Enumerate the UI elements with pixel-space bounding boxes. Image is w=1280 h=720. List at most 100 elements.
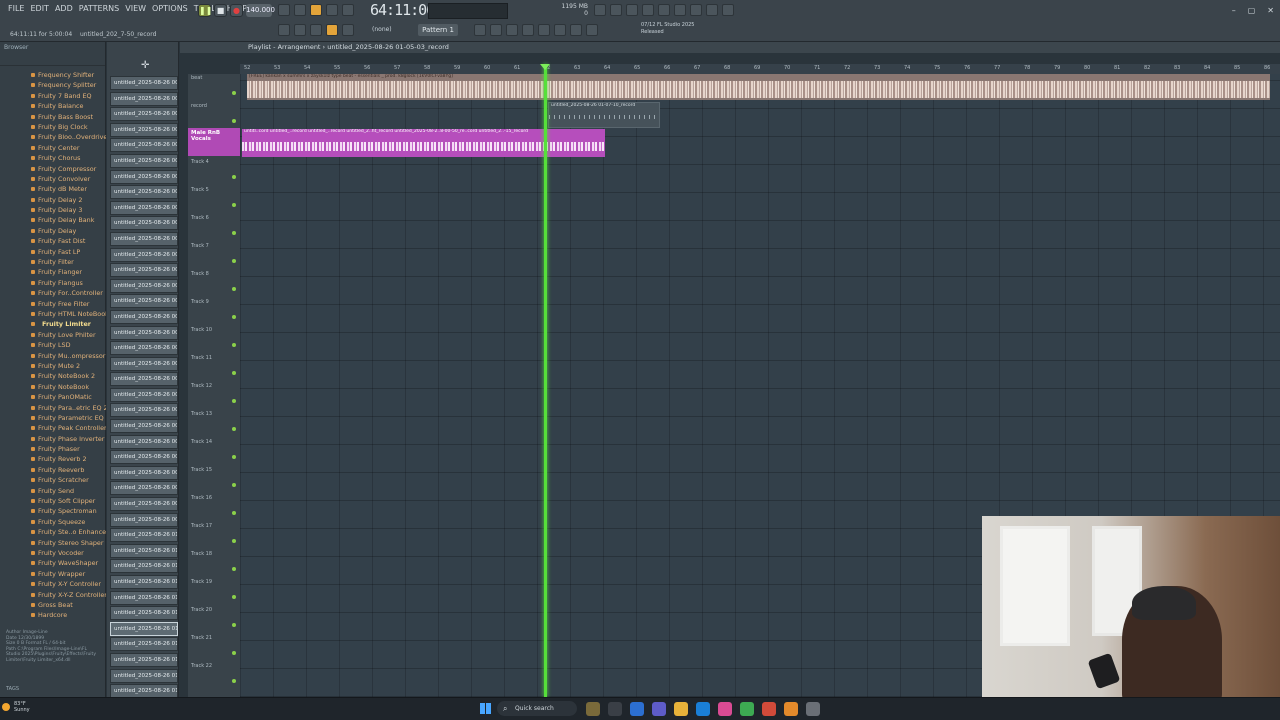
clip-list-item[interactable]: untitled_2025-08-26 00- [110, 419, 178, 434]
app-icon[interactable] [586, 702, 600, 716]
minimize-icon[interactable]: – [1232, 6, 1236, 15]
track-header[interactable]: beat [188, 75, 238, 103]
clip-list-item[interactable]: untitled_2025-08-26 00- [110, 278, 178, 293]
track-enable-icon[interactable] [232, 595, 236, 599]
tags-label[interactable]: TAGS [6, 686, 19, 692]
song-position-display[interactable]: 64:11:06 [370, 1, 435, 19]
plugin-item[interactable]: Frequency Splitter [0, 80, 106, 90]
plugin-item[interactable]: Fruity Mute 2 [0, 361, 106, 371]
track-enable-icon[interactable] [232, 679, 236, 683]
app-icon[interactable] [806, 702, 820, 716]
clip-list-item[interactable]: untitled_2025-08-26 00- [110, 107, 178, 122]
magnet-icon[interactable] [326, 24, 338, 36]
track-enable-icon[interactable] [232, 231, 236, 235]
track-header[interactable]: Track 21 [188, 635, 238, 663]
plugin-item[interactable]: Fruity Delay [0, 226, 106, 236]
plugin-item[interactable]: Frequency Shifter [0, 70, 106, 80]
play-button[interactable]: ❚❚ [198, 4, 212, 17]
plugin-item[interactable]: Fruity Delay 2 [0, 195, 106, 205]
track-header[interactable]: Track 6 [188, 215, 238, 243]
track-enable-icon[interactable] [232, 371, 236, 375]
clip-list-item[interactable]: untitled_2025-08-26 01- [110, 559, 178, 574]
track-header[interactable]: Track 10 [188, 327, 238, 355]
plugin-item[interactable]: Fruity Reverb 2 [0, 454, 106, 464]
plugin-item[interactable]: Fruity Soft Clipper [0, 496, 106, 506]
track-header[interactable]: Track 4 [188, 159, 238, 187]
track-header[interactable]: Track 15 [188, 467, 238, 495]
vocal-clip[interactable]: untitl..cord untitled_..record untitled_… [242, 129, 605, 157]
track-enable-icon[interactable] [232, 399, 236, 403]
track-header[interactable]: Track 5 [188, 187, 238, 215]
clip-list-item[interactable]: untitled_2025-08-26 00- [110, 169, 178, 184]
track-header[interactable]: Track 16 [188, 495, 238, 523]
clip-list-item[interactable]: untitled_2025-08-26 00- [110, 185, 178, 200]
clip-list-item[interactable]: untitled_2025-08-26 01- [110, 543, 178, 558]
track-enable-icon[interactable] [232, 259, 236, 263]
track-header[interactable]: Track 7 [188, 243, 238, 271]
track-header[interactable]: Track 22 [188, 663, 238, 691]
arrow-icon[interactable] [294, 24, 306, 36]
track-enable-icon[interactable] [232, 287, 236, 291]
clip-list-item[interactable]: untitled_2025-08-26 00- [110, 294, 178, 309]
sliders-icon[interactable] [474, 24, 486, 36]
plugin-item[interactable]: Fruity Bloo..Overdrive [0, 132, 106, 142]
clip-list-item[interactable]: untitled_2025-08-26 00- [110, 231, 178, 246]
clip-list-item[interactable]: untitled_2025-08-26 00- [110, 372, 178, 387]
close-icon[interactable]: ✕ [1267, 6, 1274, 15]
plugin-item[interactable]: Hardcore [0, 610, 106, 620]
menu-item[interactable]: FILE [8, 4, 24, 13]
clip-list-item[interactable]: untitled_2025-08-26 00- [110, 465, 178, 480]
plugin-item[interactable]: Fruity Chorus [0, 153, 106, 163]
folder-icon[interactable] [674, 702, 688, 716]
timeline-ruler[interactable]: 52 53 54 55 56 57 58 59 60 61 62 63 64 65 66 67 68 69 70 71… [240, 64, 1280, 74]
maximize-icon[interactable]: ▢ [1248, 6, 1256, 15]
clip-list-item[interactable]: untitled_2025-08-26 00- [110, 122, 178, 137]
menu-item[interactable]: OPTIONS [152, 4, 188, 13]
add-icon[interactable]: ✛ [141, 60, 149, 71]
plugin-item[interactable]: Fruity X-Y Controller [0, 579, 106, 589]
plugin-item[interactable]: Fruity HTML NoteBook [0, 309, 106, 319]
chrome-icon[interactable] [762, 702, 776, 716]
track-header[interactable]: record [188, 103, 238, 131]
mixer-icon[interactable] [642, 4, 654, 16]
plugin-icon[interactable] [570, 24, 582, 36]
clip-list-item[interactable]: untitled_2025-08-26 00- [110, 434, 178, 449]
help-icon[interactable] [690, 4, 702, 16]
edge-icon[interactable] [696, 702, 710, 716]
note-icon[interactable] [538, 24, 550, 36]
channel-rack-icon[interactable] [626, 4, 638, 16]
track-header[interactable]: Track 17 [188, 523, 238, 551]
menu-item[interactable]: EDIT [30, 4, 48, 13]
plugin-item[interactable]: Fruity Scratcher [0, 475, 106, 485]
clip-list-item[interactable]: untitled_2025-08-26 01- [110, 590, 178, 605]
plugin-item[interactable]: Fruity Delay Bank [0, 215, 106, 225]
plugin-item[interactable]: Fruity For..Controller [0, 288, 106, 298]
track-enable-icon[interactable] [232, 483, 236, 487]
render-icon[interactable] [722, 4, 734, 16]
clip-list-item[interactable]: untitled_2025-08-26 00- [110, 403, 178, 418]
track-header-vocals[interactable]: Male RnB Vocals [188, 128, 240, 156]
plugin-item[interactable]: Fruity Fast Dist [0, 236, 106, 246]
plugin-item[interactable]: Fruity Free Filter [0, 299, 106, 309]
plugin-item[interactable]: Fruity WaveShaper [0, 558, 106, 568]
clip-list-item[interactable]: untitled_2025-08-26 00- [110, 247, 178, 262]
clip-list-item[interactable]: untitled_2025-08-26 00- [110, 263, 178, 278]
track-enable-icon[interactable] [232, 567, 236, 571]
fl-studio-icon[interactable] [784, 702, 798, 716]
plugin-item[interactable]: Fruity Love Philter [0, 330, 106, 340]
playhead[interactable] [544, 64, 547, 697]
plugin-item[interactable]: Fruity Fast LP [0, 247, 106, 257]
playlist-title[interactable]: Playlist - Arrangement › untitled_2025-0… [180, 42, 1280, 53]
plugin-item[interactable]: Fruity Delay 3 [0, 205, 106, 215]
track-header[interactable]: Track 18 [188, 551, 238, 579]
track-header[interactable]: Track 13 [188, 411, 238, 439]
track-header[interactable]: Track 20 [188, 607, 238, 635]
clip-list-item[interactable]: untitled_2025-08-26 01- [110, 621, 178, 636]
track-header[interactable]: Track 8 [188, 271, 238, 299]
plugin-item[interactable]: Fruity PanOMatic [0, 392, 106, 402]
plugin-item[interactable]: Fruity Send [0, 486, 106, 496]
plugin-item[interactable]: Fruity Phaser [0, 444, 106, 454]
plugin-item[interactable]: Fruity NoteBook [0, 382, 106, 392]
plugin-item[interactable]: Fruity Bass Boost [0, 112, 106, 122]
clip-list-item[interactable]: untitled_2025-08-26 01- [110, 668, 178, 683]
